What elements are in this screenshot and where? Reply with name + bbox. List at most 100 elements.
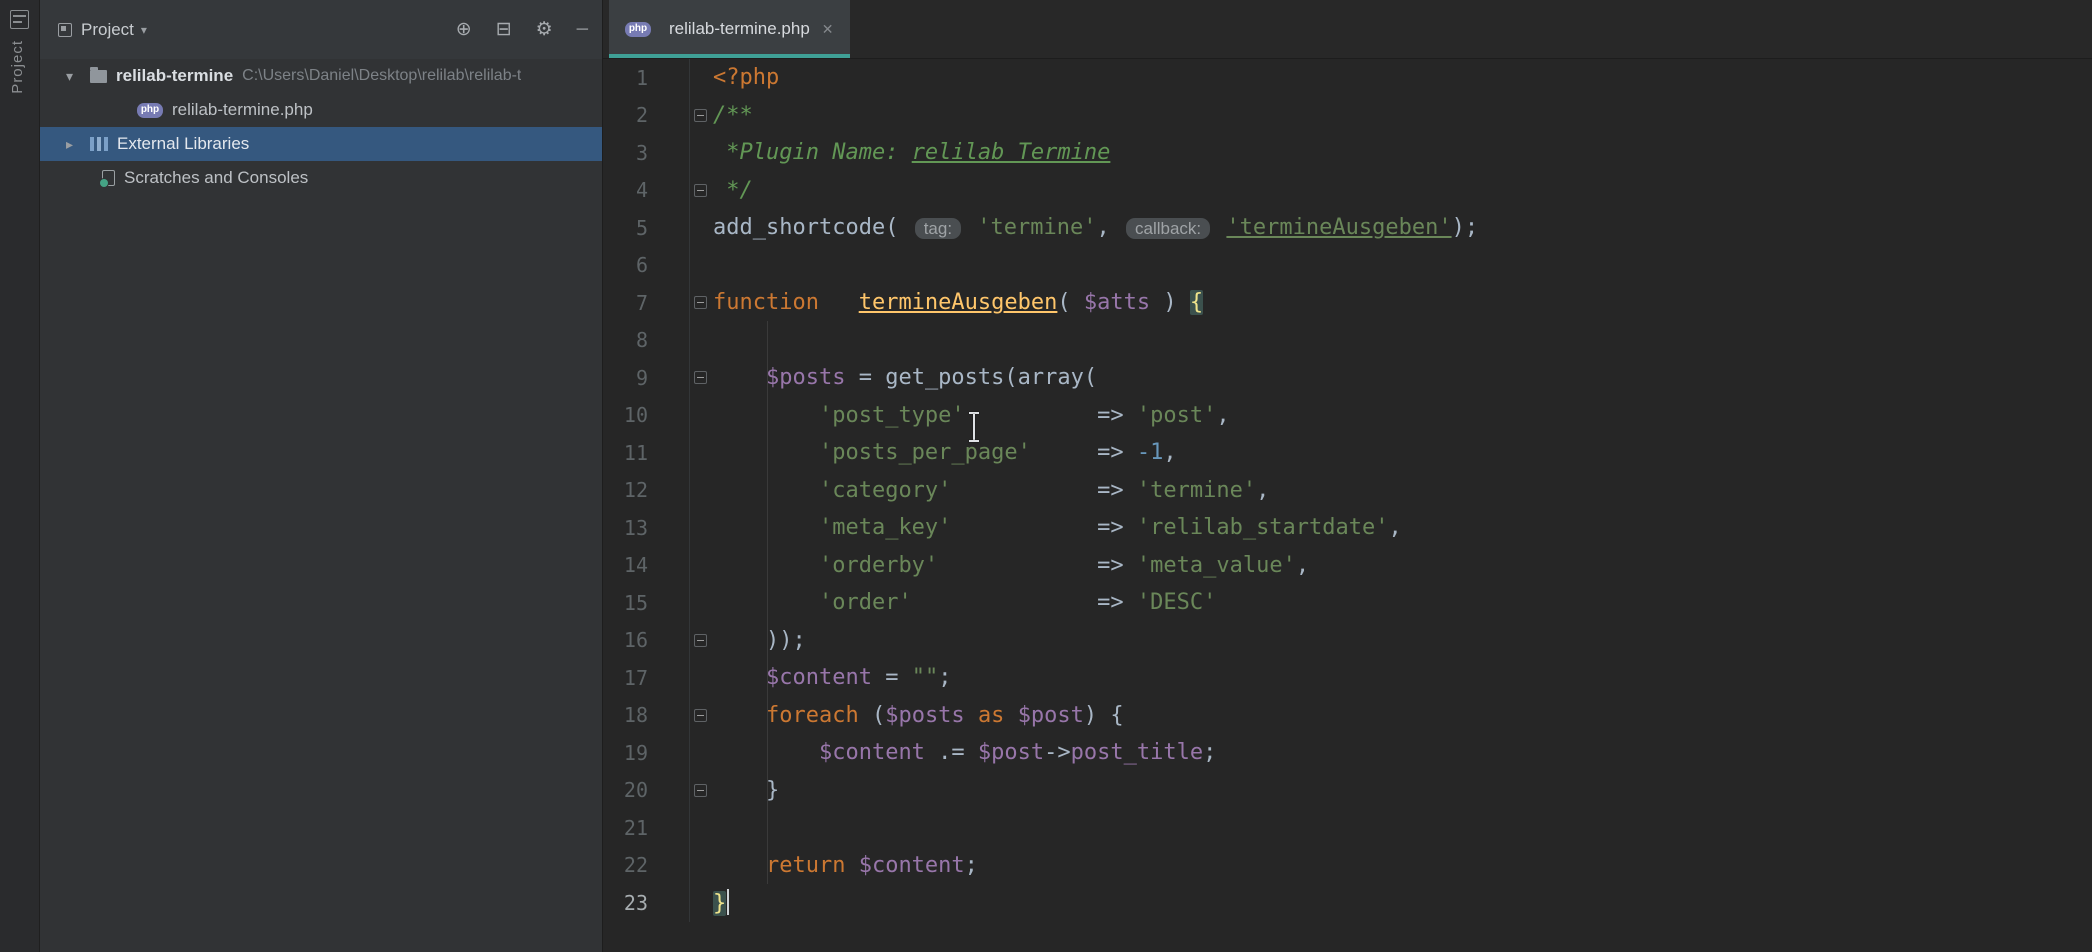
library-icon <box>90 137 108 151</box>
close-tab-icon[interactable]: ✕ <box>822 21 834 38</box>
code-text: 'posts_per_page' => -1, <box>710 440 1177 465</box>
line-number: 1 <box>603 66 648 90</box>
fold-column <box>690 296 710 309</box>
fold-column <box>690 371 710 384</box>
chevron-right-icon[interactable]: ▸ <box>66 136 90 153</box>
mouse-text-cursor-icon <box>967 412 981 442</box>
code-line[interactable]: 8 <box>603 322 2092 360</box>
project-root-path: C:\Users\Daniel\Desktop\relilab\relilab-… <box>242 67 521 85</box>
code-line[interactable]: 12 'category' => 'termine', <box>603 472 2092 510</box>
code-text: return $content; <box>710 853 978 878</box>
gutter-gap <box>648 247 690 285</box>
code-lines: 1 <?php 2/**3 *Plugin Name: relilab Termin… <box>603 59 2092 922</box>
stripe-project-label[interactable]: Project <box>9 40 26 94</box>
tree-item-project-root[interactable]: ▾ relilab-termine C:\Users\Daniel\Deskto… <box>40 59 602 93</box>
code-text: $content .= $post->post_title; <box>710 740 1216 765</box>
line-number: 23 <box>603 891 648 915</box>
tree-item-external-libraries[interactable]: ▸ External Libraries <box>40 127 602 161</box>
settings-gear-icon[interactable]: ⚙ <box>536 20 553 39</box>
line-number: 14 <box>603 553 648 577</box>
line-number: 5 <box>603 216 648 240</box>
fold-marker-icon[interactable] <box>694 184 707 197</box>
gutter-gap <box>648 434 690 472</box>
code-line[interactable]: 17 $content = ""; <box>603 659 2092 697</box>
project-icon <box>58 23 72 37</box>
gutter-gap <box>648 697 690 735</box>
fold-marker-icon[interactable] <box>694 709 707 722</box>
gutter-gap <box>648 359 690 397</box>
fold-marker-icon[interactable] <box>694 634 707 647</box>
line-number: 21 <box>603 816 648 840</box>
code-line[interactable]: 14 'orderby' => 'meta_value', <box>603 547 2092 585</box>
code-text: 'category' => 'termine', <box>710 478 1269 503</box>
fold-marker-icon[interactable] <box>694 296 707 309</box>
tool-window-stripe: Project <box>0 0 40 952</box>
line-number: 7 <box>603 291 648 315</box>
code-line[interactable]: 11 'posts_per_page' => -1, <box>603 434 2092 472</box>
hide-panel-icon[interactable]: ─ <box>577 22 588 38</box>
code-line[interactable]: 19 $content .= $post->post_title; <box>603 734 2092 772</box>
project-root-name: relilab-termine <box>116 66 233 86</box>
gutter-gap <box>648 809 690 847</box>
line-number: 13 <box>603 516 648 540</box>
code-text: <?php <box>710 65 779 90</box>
fold-column <box>690 709 710 722</box>
code-line[interactable]: 1 <?php <box>603 59 2092 97</box>
code-text: 'order' => 'DESC' <box>710 590 1216 615</box>
tree-item-scratches[interactable]: Scratches and Consoles <box>40 161 602 195</box>
code-line[interactable]: 15 'order' => 'DESC' <box>603 584 2092 622</box>
code-line[interactable]: 5 add_shortcode( tag: 'termine', callback… <box>603 209 2092 247</box>
chevron-down-icon[interactable]: ▾ <box>141 23 147 37</box>
project-tree: ▾ relilab-termine C:\Users\Daniel\Deskto… <box>40 59 602 195</box>
code-line[interactable]: 23} <box>603 884 2092 922</box>
fold-marker-icon[interactable] <box>694 109 707 122</box>
line-number: 11 <box>603 441 648 465</box>
code-text: )); <box>710 628 806 653</box>
fold-marker-icon[interactable] <box>694 784 707 797</box>
code-text: } <box>710 889 729 916</box>
code-text: add_shortcode( tag: 'termine', callback:… <box>710 215 1478 240</box>
code-line[interactable]: 22 return $content; <box>603 847 2092 885</box>
code-text: foreach ($posts as $post) { <box>710 703 1124 728</box>
gutter-gap <box>648 659 690 697</box>
fold-marker-icon[interactable] <box>694 371 707 384</box>
gutter-gap <box>648 97 690 135</box>
code-text: /** <box>710 103 753 128</box>
code-text: 'meta_key' => 'relilab_startdate', <box>710 515 1402 540</box>
line-number: 6 <box>603 253 648 277</box>
code-line[interactable]: 10 'post_type' => 'post', <box>603 397 2092 435</box>
code-line[interactable]: 2/** <box>603 97 2092 135</box>
project-panel-title[interactable]: Project <box>81 20 134 40</box>
scratches-label: Scratches and Consoles <box>124 168 308 188</box>
tree-item-php-file[interactable]: php relilab-termine.php <box>40 93 602 127</box>
code-line[interactable]: 18 foreach ($posts as $post) { <box>603 697 2092 735</box>
text-caret <box>727 889 729 915</box>
folder-icon <box>90 70 107 83</box>
code-line[interactable]: 7 function termineAusgeben( $atts ) { <box>603 284 2092 322</box>
tab-title: relilab-termine.php <box>669 19 810 39</box>
line-number: 18 <box>603 703 648 727</box>
menu-icon[interactable] <box>10 10 29 29</box>
external-libraries-label: External Libraries <box>117 134 249 154</box>
code-line[interactable]: 3 *Plugin Name: relilab Termine <box>603 134 2092 172</box>
gutter-gap <box>648 397 690 435</box>
gutter-gap <box>648 772 690 810</box>
locate-file-icon[interactable]: ⊕ <box>456 20 472 39</box>
php-file-name: relilab-termine.php <box>172 100 313 120</box>
code-line[interactable]: 6 <box>603 247 2092 285</box>
code-text: function termineAusgeben( $atts ) { <box>710 290 1203 315</box>
collapse-all-icon[interactable]: ⊟ <box>496 20 512 39</box>
code-text: $posts = get_posts(array( <box>710 365 1097 390</box>
code-line[interactable]: 9 $posts = get_posts(array( <box>603 359 2092 397</box>
code-editor[interactable]: 1 <?php 2/**3 *Plugin Name: relilab Termin… <box>603 59 2092 952</box>
tab-relilab-termine[interactable]: php relilab-termine.php ✕ <box>609 0 850 58</box>
chevron-down-icon[interactable]: ▾ <box>66 68 90 85</box>
gutter-gap <box>648 472 690 510</box>
code-line[interactable]: 13 'meta_key' => 'relilab_startdate', <box>603 509 2092 547</box>
project-panel: Project ▾ ⊕ ⊟ ⚙ ─ ▾ relilab-termine C:\U… <box>40 0 603 952</box>
code-line[interactable]: 20 } <box>603 772 2092 810</box>
code-line[interactable]: 21 <box>603 809 2092 847</box>
code-line[interactable]: 4 */ <box>603 172 2092 210</box>
line-number: 17 <box>603 666 648 690</box>
code-line[interactable]: 16 )); <box>603 622 2092 660</box>
